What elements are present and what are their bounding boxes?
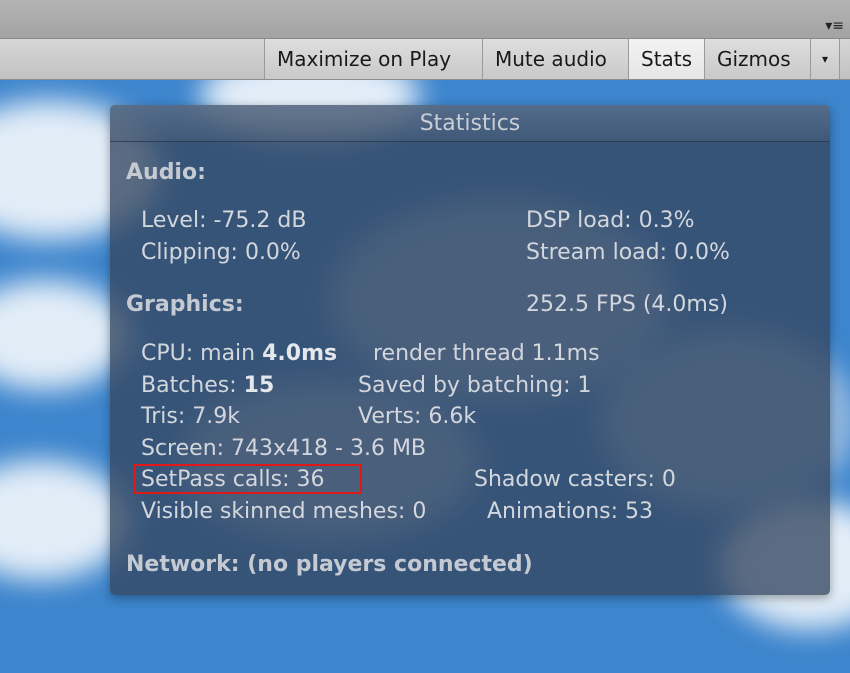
graphics-batches: Batches: 15 [141,372,274,400]
graphics-shadow-casters: Shadow casters: 0 [474,467,676,492]
graphics-cpu: CPU: main 4.0ms [141,340,337,368]
network-status: Network: (no players connected) [126,552,533,577]
graphics-heading: Graphics: [126,292,244,317]
batches-label: Batches: [141,373,244,398]
statistics-title: Statistics [110,105,830,142]
panel-menu-icon[interactable]: ▾≡ [808,18,844,34]
graphics-setpass-calls: SetPass calls: 36 [141,467,325,492]
audio-level: Level: -75.2 dB [141,208,307,233]
graphics-fps: 252.5 FPS (4.0ms) [526,292,728,317]
graphics-visible-skinned-meshes: Visible skinned meshes: 0 [141,499,427,524]
gizmos-button[interactable]: Gizmos [704,39,810,79]
editor-title-bar: ▾≡ [0,0,850,39]
statistics-panel: Statistics Audio: Level: -75.2 dB Clippi… [110,105,830,595]
graphics-tris: Tris: 7.9k [141,404,240,429]
graphics-animations: Animations: 53 [487,499,654,524]
graphics-saved-by-batching: Saved by batching: 1 [358,373,592,398]
cpu-main-value: 4.0ms [262,341,338,366]
mute-audio-button[interactable]: Mute audio [482,39,628,79]
gizmos-dropdown-icon[interactable]: ▾ [810,39,840,79]
graphics-verts: Verts: 6.6k [358,404,477,429]
audio-dsp-load: DSP load: 0.3% [526,208,695,233]
graphics-screen: Screen: 743x418 - 3.6 MB [141,436,427,461]
graphics-render-thread: render thread 1.1ms [373,341,600,366]
audio-heading: Audio: [126,160,206,185]
stats-button[interactable]: Stats [628,39,704,79]
game-view-toolbar: Maximize on Play Mute audio Stats Gizmos… [0,39,850,80]
cpu-label: CPU: main [141,341,263,366]
batches-value: 15 [243,373,275,398]
maximize-on-play-button[interactable]: Maximize on Play [264,39,482,79]
audio-stream-load: Stream load: 0.0% [526,240,730,265]
audio-clipping: Clipping: 0.0% [141,240,301,265]
